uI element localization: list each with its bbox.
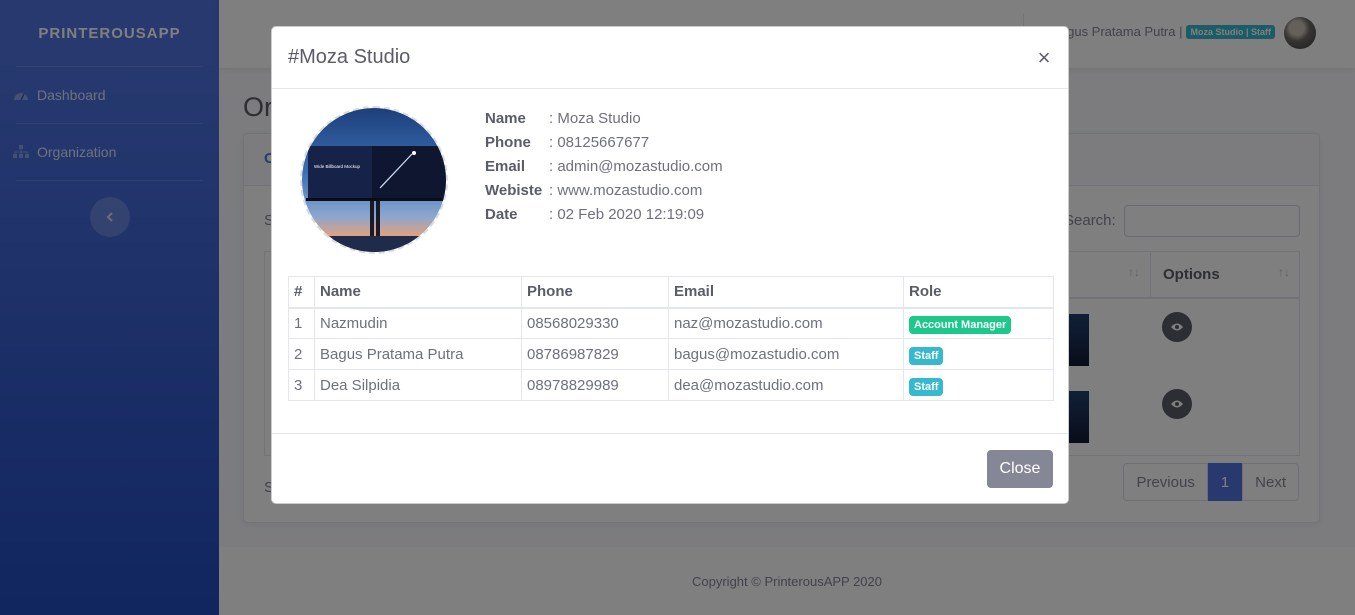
modal-title: #Moza Studio	[288, 46, 411, 68]
close-button[interactable]: Close	[987, 450, 1053, 488]
cell-no: 1	[288, 307, 315, 339]
detail-row-email: Email : admin@mozastudio.com	[485, 155, 723, 179]
table-row: 3 Dea Silpidia 08978829989 dea@mozastudi…	[288, 369, 1054, 401]
detail-label: Email	[485, 158, 526, 175]
cell-role: Staff	[903, 338, 1054, 370]
cell-phone: 08786987829	[521, 338, 669, 370]
table-header-row: # Name Phone Email Role	[288, 276, 1054, 309]
cell-role: Account Manager	[903, 307, 1054, 339]
detail-label: Webiste	[485, 182, 543, 199]
detail-label: Name	[485, 110, 526, 127]
detail-value: : 02 Feb 2020 12:19:09	[549, 206, 705, 223]
detail-value: : admin@mozastudio.com	[549, 158, 723, 175]
detail-label: Date	[485, 206, 518, 223]
cell-email: bagus@mozastudio.com	[668, 338, 904, 370]
detail-row-phone: Phone : 08125667677	[485, 131, 723, 155]
table-header-email: Email	[668, 276, 904, 309]
modal-header: #Moza Studio ×	[272, 27, 1068, 89]
close-icon[interactable]: ×	[1036, 45, 1052, 71]
cell-email: naz@mozastudio.com	[668, 307, 904, 339]
cell-no: 2	[288, 338, 315, 370]
cell-name: Dea Silpidia	[314, 369, 522, 401]
detail-row-name: Name : Moza Studio	[485, 107, 723, 131]
detail-row-date: Date : 02 Feb 2020 12:19:09	[485, 203, 723, 227]
cell-no: 3	[288, 369, 315, 401]
table-row: 2 Bagus Pratama Putra 08786987829 bagus@…	[288, 338, 1054, 370]
detail-value: : www.mozastudio.com	[549, 182, 703, 199]
table-row: 1 Nazmudin 08568029330 naz@mozastudio.co…	[288, 307, 1054, 339]
cell-phone: 08568029330	[521, 307, 669, 339]
cell-role: Staff	[903, 369, 1054, 401]
detail-value: : 08125667677	[549, 134, 650, 151]
organization-details: Name : Moza Studio Phone : 08125667677 E…	[485, 107, 723, 227]
cell-name: Nazmudin	[314, 307, 522, 339]
organization-photo: Wide Billboard Mockup	[300, 106, 448, 254]
table-header-role: Role	[903, 276, 1054, 309]
organization-detail-modal: #Moza Studio × Wide Billboard Mockup Nam…	[271, 26, 1069, 504]
modal-footer-divider	[272, 433, 1068, 434]
detail-value: : Moza Studio	[549, 110, 641, 127]
table-header-no: #	[288, 276, 315, 309]
billboard-text: Wide Billboard Mockup	[314, 164, 361, 169]
cell-email: dea@mozastudio.com	[668, 369, 904, 401]
detail-row-website: Webiste : www.mozastudio.com	[485, 179, 723, 203]
role-badge: Staff	[909, 377, 944, 396]
members-table: # Name Phone Email Role 1 Nazmudin 08568…	[288, 276, 1054, 401]
detail-label: Phone	[485, 134, 531, 151]
role-badge: Staff	[909, 346, 944, 365]
cell-phone: 08978829989	[521, 369, 669, 401]
role-badge: Account Manager	[909, 315, 1012, 334]
table-header-name: Name	[314, 276, 522, 309]
table-header-phone: Phone	[521, 276, 669, 309]
billboard-image: Wide Billboard Mockup	[302, 108, 446, 252]
cell-name: Bagus Pratama Putra	[314, 338, 522, 370]
